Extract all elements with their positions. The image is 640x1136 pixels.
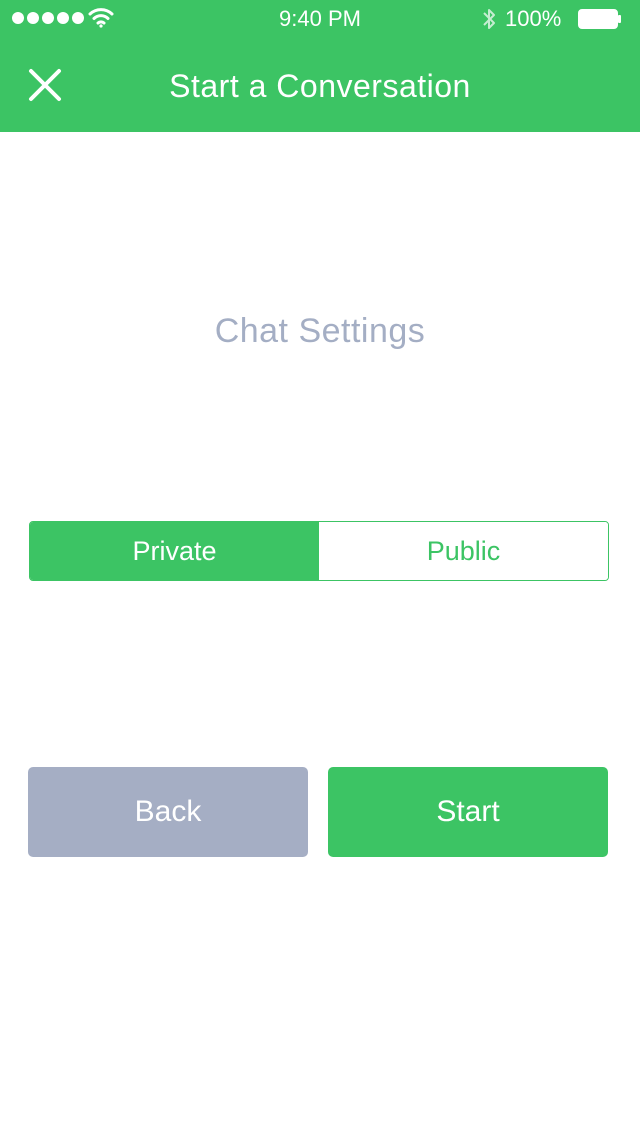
header: 9:40 PM 100% Start a Conversation	[0, 0, 640, 132]
start-conversation-screen: 9:40 PM 100% Start a Conversation Chat S…	[0, 0, 640, 1136]
close-icon	[29, 69, 61, 101]
back-button[interactable]: Back	[28, 767, 308, 857]
segment-public[interactable]: Public	[319, 522, 608, 580]
battery-percent: 100%	[505, 6, 562, 31]
page-title: Start a Conversation	[169, 68, 471, 104]
nav-bar: Start a Conversation	[0, 40, 640, 132]
segment-private[interactable]: Private	[30, 522, 319, 580]
close-button[interactable]	[22, 62, 68, 108]
visibility-toggle: Private Public	[29, 521, 609, 581]
status-bar: 9:40 PM 100%	[0, 0, 640, 40]
bluetooth-icon	[483, 9, 495, 29]
chat-settings-heading: Chat Settings	[214, 312, 426, 350]
battery-icon	[578, 9, 621, 29]
start-button[interactable]: Start	[328, 767, 608, 857]
